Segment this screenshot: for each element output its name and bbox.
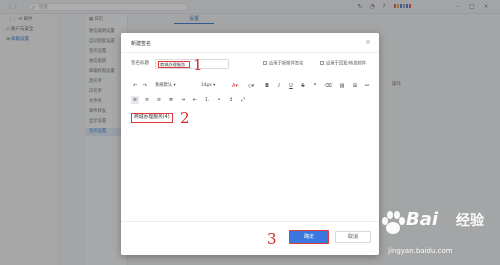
- signature-name-value: 商城办理服务: [158, 61, 190, 68]
- undo-icon[interactable]: ↶: [131, 82, 139, 90]
- baidu-jingyan-watermark: Bai 经验 jingyan.baidu.com: [378, 208, 496, 262]
- paw-logo-icon: [382, 211, 405, 234]
- new-signature-dialog: 新建签名 × 签名标题 商城办理服务 应用于新邮件签名 应用于回复/转发邮件 ↶…: [121, 33, 379, 255]
- divider: [121, 221, 379, 222]
- align-left-icon[interactable]: ≡: [131, 96, 139, 104]
- signature-name-input[interactable]: 商城办理服务: [155, 59, 229, 69]
- dialog-title: 新建签名: [131, 41, 152, 47]
- checkbox-box: [320, 61, 324, 65]
- watermark-url: jingyan.baidu.com: [388, 247, 453, 255]
- cancel-button[interactable]: 取消: [335, 231, 371, 243]
- font-family-select[interactable]: 系统默认 ▾: [155, 82, 176, 90]
- bold-icon[interactable]: B: [263, 82, 271, 90]
- divider: [121, 52, 379, 53]
- link-icon[interactable]: ⚯: [363, 82, 371, 90]
- editor-toolbar-row1: ↶ ↷ 系统默认 ▾ 14px ▾ A▾ ◇▾ B I U S ❞ ⌫ ▨ ⊞ …: [131, 82, 371, 90]
- bullet-list-icon[interactable]: •: [215, 96, 223, 104]
- underline-icon[interactable]: U: [287, 82, 295, 90]
- highlight-icon[interactable]: ◇▾: [245, 82, 257, 90]
- outdent-icon[interactable]: ⇤: [191, 96, 199, 104]
- table-icon[interactable]: ⊞: [351, 82, 359, 90]
- close-icon[interactable]: ×: [365, 38, 371, 46]
- align-right-icon[interactable]: ≡: [155, 96, 163, 104]
- step-annotation-1: 1: [193, 56, 203, 74]
- fullscreen-icon[interactable]: ⤢: [239, 96, 247, 104]
- watermark-brand-jingyan: 经验: [456, 213, 484, 229]
- confirm-button[interactable]: 确定: [289, 230, 329, 244]
- signature-name-label: 签名标题: [131, 61, 149, 66]
- font-color-icon[interactable]: A▾: [229, 82, 241, 90]
- italic-icon[interactable]: I: [275, 82, 283, 90]
- apply-reply-checkbox[interactable]: 应用于回复/转发邮件: [320, 61, 366, 68]
- step-annotation-2: 2: [180, 109, 190, 127]
- align-justify-icon[interactable]: ≣: [167, 96, 175, 104]
- format-clear-icon[interactable]: ⌫: [323, 82, 333, 90]
- font-size-select[interactable]: 14px ▾: [201, 82, 215, 90]
- signature-text: 商城办理服务(4): [131, 113, 173, 123]
- checkbox-box: [263, 61, 267, 65]
- redo-icon[interactable]: ↷: [141, 82, 149, 90]
- signature-editor[interactable]: 商城办理服务(4): [131, 113, 371, 225]
- watermark-brand: Bai: [406, 209, 439, 230]
- image-icon[interactable]: ▨: [337, 82, 347, 90]
- numbered-list-icon[interactable]: ⒈: [203, 96, 211, 104]
- align-center-icon[interactable]: ≡: [143, 96, 151, 104]
- indent-icon[interactable]: ⇥: [179, 96, 187, 104]
- editor-toolbar-row2: ≡ ≡ ≡ ≣ ⇥ ⇤ ⒈ • ↕ ⤢: [131, 96, 371, 104]
- quote-icon[interactable]: ❞: [311, 82, 319, 90]
- line-spacing-icon[interactable]: ↕: [227, 96, 235, 104]
- apply-new-mail-checkbox[interactable]: 应用于新邮件签名: [263, 61, 303, 68]
- strikethrough-icon[interactable]: S: [299, 82, 307, 90]
- step-annotation-3: 3: [267, 230, 277, 248]
